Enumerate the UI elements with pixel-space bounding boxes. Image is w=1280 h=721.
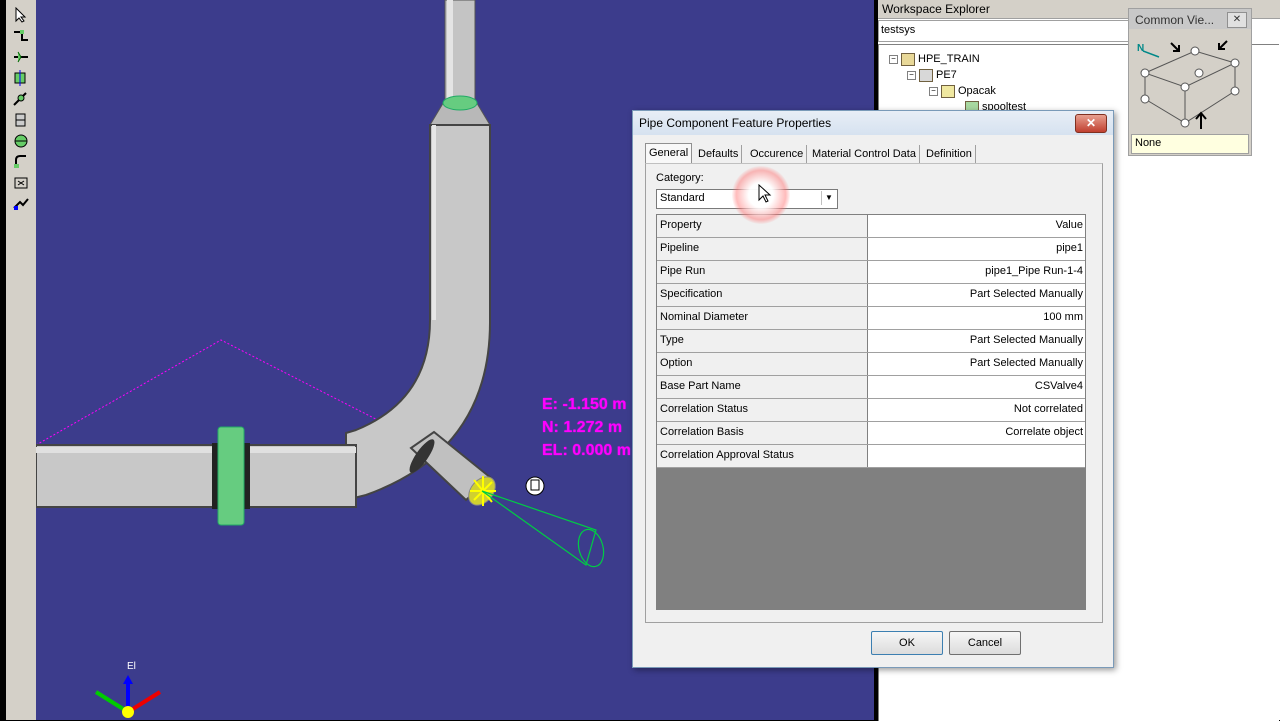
insert-turn-icon[interactable] [10,153,32,171]
coord-east: E: -1.150 m [542,396,627,413]
category-label: Category: [656,172,704,184]
insert-split-icon[interactable] [10,111,32,129]
axis-label: El [127,661,136,672]
flange-top [442,95,478,111]
table-row[interactable]: Base Part Name CSValve4 [657,376,1085,399]
system-icon [919,68,933,82]
close-icon[interactable]: ✕ [1227,12,1247,28]
cancel-button[interactable]: Cancel [949,631,1021,655]
mouse-cursor-icon [758,184,772,203]
table-row[interactable]: Pipeline pipe1 [657,238,1085,261]
common-views-panel: Common Vie... ✕ N None [1128,8,1252,156]
table-row[interactable]: Correlation Approval Status [657,445,1085,468]
tree-item-hpe-train[interactable]: − HPE_TRAIN [889,51,980,67]
collapse-toggle-icon[interactable]: − [929,86,938,96]
folder-icon [941,84,955,98]
select-arrow-icon[interactable] [10,6,32,24]
tree-item-pe7[interactable]: − PE7 [907,67,957,83]
view-cube-icon[interactable] [1135,33,1247,131]
table-row[interactable]: Correlation Status Not correlated [657,399,1085,422]
column-header-value: Value [1055,219,1083,231]
close-icon[interactable]: ✕ [1075,114,1107,133]
general-tab-panel: Category: Standard ▼ Property Value Pipe… [645,163,1103,623]
tab-occurence[interactable]: Occurence [747,145,808,163]
flange-left [217,426,245,526]
pipe-horizontal [36,444,357,508]
pipe-component-properties-dialog: Pipe Component Feature Properties ✕ Gene… [632,110,1114,668]
vertical-toolbar [6,0,37,720]
table-row[interactable]: Type Part Selected Manually [657,330,1085,353]
direction-cone [481,490,597,566]
tree-item-opacak[interactable]: − Opacak [929,83,996,99]
coord-north: N: 1.272 m [542,419,623,436]
dialog-title: Pipe Component Feature Properties [639,116,832,130]
tab-defaults[interactable]: Defaults [695,145,743,163]
folder-icon [901,52,915,66]
insert-spool-icon[interactable] [10,132,32,150]
workspace-explorer-title: Workspace Explorer [882,2,990,16]
insert-weld-icon[interactable] [10,195,32,213]
tab-material-control-data[interactable]: Material Control Data [809,145,920,163]
table-row[interactable]: Nominal Diameter 100 mm [657,307,1085,330]
collapse-toggle-icon[interactable]: − [907,70,916,80]
insert-sleeve-icon[interactable] [10,174,32,192]
table-row[interactable]: Specification Part Selected Manually [657,284,1085,307]
dialog-titlebar[interactable]: Pipe Component Feature Properties ✕ [633,111,1113,135]
collapse-toggle-icon[interactable]: − [889,54,898,64]
north-label: N [1137,43,1145,54]
insert-component-icon[interactable] [10,48,32,66]
tab-definition[interactable]: Definition [923,145,976,163]
workspace-filter-field[interactable]: testsys [878,20,1142,42]
insert-feature-icon[interactable] [10,90,32,108]
common-views-field: None [1131,134,1249,154]
common-views-title: Common Vie... [1135,13,1215,27]
table-row[interactable]: Correlation Basis Correlate object [657,422,1085,445]
ok-button[interactable]: OK [871,631,943,655]
table-row[interactable]: Pipe Run pipe1_Pipe Run-1-4 [657,261,1085,284]
grid-header: Property Value [657,215,1085,238]
tab-general[interactable]: General [645,143,693,164]
coord-elevation: EL: 0.000 m [542,442,631,459]
chevron-down-icon[interactable]: ▼ [821,191,836,205]
insert-tap-icon[interactable] [10,69,32,87]
column-header-property: Property [660,219,702,231]
table-row[interactable]: Option Part Selected Manually [657,353,1085,376]
route-icon[interactable] [10,27,32,45]
property-grid: Property Value Pipeline pipe1 Pipe Run p… [656,214,1086,610]
common-views-titlebar: Common Vie... ✕ [1129,9,1251,29]
